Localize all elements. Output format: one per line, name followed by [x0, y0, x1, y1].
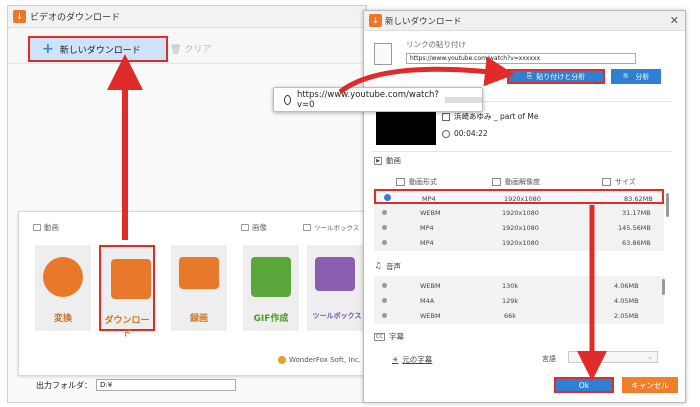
- callout-url: https://www.youtube.com/watch?v=0: [296, 89, 439, 110]
- film-icon: [396, 178, 405, 186]
- image-icon: [251, 257, 291, 297]
- video-table-scrollbar[interactable]: [666, 193, 669, 217]
- subtitle-section-header: CC 字幕: [374, 332, 404, 341]
- download-icon: [111, 259, 151, 299]
- divider: [372, 151, 672, 152]
- new-download-button[interactable]: + 新しいダウンロード: [28, 36, 168, 62]
- tile-record[interactable]: 録画: [171, 245, 227, 331]
- video-section-header: ▶ 動画: [374, 155, 401, 166]
- paste-icon: ⎘: [526, 72, 533, 80]
- radio-icon[interactable]: [382, 225, 387, 230]
- app-icon: ↓: [369, 14, 382, 27]
- toolbox-icon: [315, 257, 355, 291]
- video-title: 浜崎あゆみ _ part of Me: [442, 111, 538, 122]
- chevron-down-icon: ⌄: [647, 353, 653, 361]
- tile-download[interactable]: ダウンロード: [99, 245, 155, 339]
- new-download-dialog: ↓ 新しいダウンロード ✕ リンクの貼り付け https://www.youtu…: [363, 10, 686, 403]
- radio-icon[interactable]: [382, 240, 387, 245]
- clear-label: クリア: [184, 45, 212, 55]
- cc-icon: CC: [374, 332, 385, 341]
- language-label: 言語: [542, 355, 556, 363]
- app-icon: ↓: [13, 10, 26, 23]
- video-section-icon: ▶: [374, 156, 382, 165]
- language-select[interactable]: ⌄: [568, 351, 658, 363]
- resize-icon: [492, 178, 501, 186]
- film-icon: [43, 257, 83, 297]
- music-note-icon: ♫: [374, 260, 382, 270]
- search-icon: 🔍: [622, 72, 632, 81]
- url-input[interactable]: https://www.youtube.com/watch?v=xxxxxx: [406, 53, 636, 64]
- tile-convert[interactable]: 変換: [35, 245, 91, 331]
- plus-icon: +: [42, 41, 54, 57]
- video-duration: 00:04:22: [442, 129, 488, 138]
- audio-table-scrollbar[interactable]: [662, 279, 665, 295]
- table-row[interactable]: M4A 129k 4.05MB: [374, 293, 664, 308]
- redacted-bar: [444, 96, 482, 103]
- column-size: サイズ: [602, 177, 636, 187]
- radio-icon[interactable]: [382, 298, 387, 303]
- window-title: ビデオのダウンロード: [30, 13, 121, 23]
- video-thumbnail: [376, 109, 436, 145]
- toolbox-section-icon: [303, 223, 311, 231]
- video-format-table: MP4 1920x1080 83.62MB WEBM 1920x1080 31.…: [374, 189, 664, 251]
- radio-selected-icon[interactable]: [384, 194, 391, 201]
- tool-launcher-panel: 動画 画像 ツールボックス 変換 ダウンロード 録画 GIF作成 ツールボックス: [18, 211, 368, 376]
- file-icon: [442, 112, 450, 121]
- trash-icon: 🗑: [170, 45, 182, 55]
- table-row[interactable]: WEBM 1920x1080 31.17MB: [374, 205, 664, 220]
- clear-button[interactable]: 🗑 クリア: [170, 42, 211, 55]
- screen-record-icon: [179, 257, 219, 289]
- paste-link-label: リンクの貼り付け: [406, 40, 466, 49]
- wonderfox-logo-icon: [278, 356, 286, 364]
- table-row[interactable]: MP4 1920x1080 145.56MB: [374, 220, 664, 235]
- radio-icon[interactable]: [382, 313, 387, 318]
- section-image: 画像: [241, 222, 267, 233]
- section-toolbox: ツールボックス: [303, 222, 359, 232]
- main-titlebar: ↓ ビデオのダウンロード: [8, 6, 366, 28]
- cancel-button[interactable]: キャンセル: [622, 377, 678, 393]
- folder-icon: [602, 178, 611, 186]
- table-row[interactable]: MP4 1920x1080 63.86MB: [374, 235, 664, 250]
- main-window: ↓ ビデオのダウンロード + 新しいダウンロード 🗑 クリア 動画 画像 ツール…: [7, 5, 368, 403]
- audio-format-table: WEBM 130k 4.06MB M4A 129k 4.05MB WEBM 66…: [374, 276, 664, 324]
- paste-and-analyze-button[interactable]: ⎘ 貼り付けと分析: [507, 69, 605, 84]
- radio-icon[interactable]: [382, 210, 387, 215]
- tile-gif[interactable]: GIF作成: [243, 245, 299, 331]
- globe-icon: [284, 94, 291, 105]
- spinner-icon: ✳: [392, 355, 399, 364]
- column-resolution: 動画解像度: [492, 177, 540, 187]
- column-format: 動画形式: [396, 177, 437, 187]
- table-row[interactable]: WEBM 130k 4.06MB: [374, 278, 664, 293]
- close-icon[interactable]: ✕: [670, 14, 679, 27]
- url-callout: https://www.youtube.com/watch?v=0: [273, 87, 483, 112]
- table-row[interactable]: MP4 1920x1080 83.62MB: [374, 189, 664, 204]
- new-download-label: 新しいダウンロード: [59, 45, 141, 56]
- tile-toolbox[interactable]: ツールボックス: [307, 245, 367, 331]
- output-folder-label: 出力フォルダ：: [36, 380, 92, 390]
- brand-footer: WonderFox Soft, Inc.: [278, 356, 361, 364]
- clipboard-url-icon: [374, 43, 392, 65]
- audio-section-header: ♫ 音声: [374, 260, 401, 271]
- original-subtitle-option[interactable]: ✳ 元の字幕: [392, 354, 432, 365]
- dialog-title: 新しいダウンロード: [385, 17, 462, 27]
- clock-icon: [442, 129, 450, 138]
- output-folder: 出力フォルダ： D:¥: [36, 379, 236, 391]
- dialog-titlebar: ↓ 新しいダウンロード ✕: [364, 11, 685, 31]
- radio-icon[interactable]: [382, 283, 387, 288]
- output-folder-field[interactable]: D:¥: [96, 379, 236, 391]
- toolbar: + 新しいダウンロード 🗑 クリア: [8, 28, 366, 64]
- video-section-icon: [33, 224, 41, 231]
- ok-button[interactable]: Ok: [554, 377, 614, 393]
- table-row[interactable]: WEBM 66k 2.05MB: [374, 308, 664, 323]
- image-section-icon: [241, 224, 249, 231]
- analyze-button[interactable]: 🔍 分析: [611, 69, 661, 84]
- section-video: 動画: [33, 222, 59, 233]
